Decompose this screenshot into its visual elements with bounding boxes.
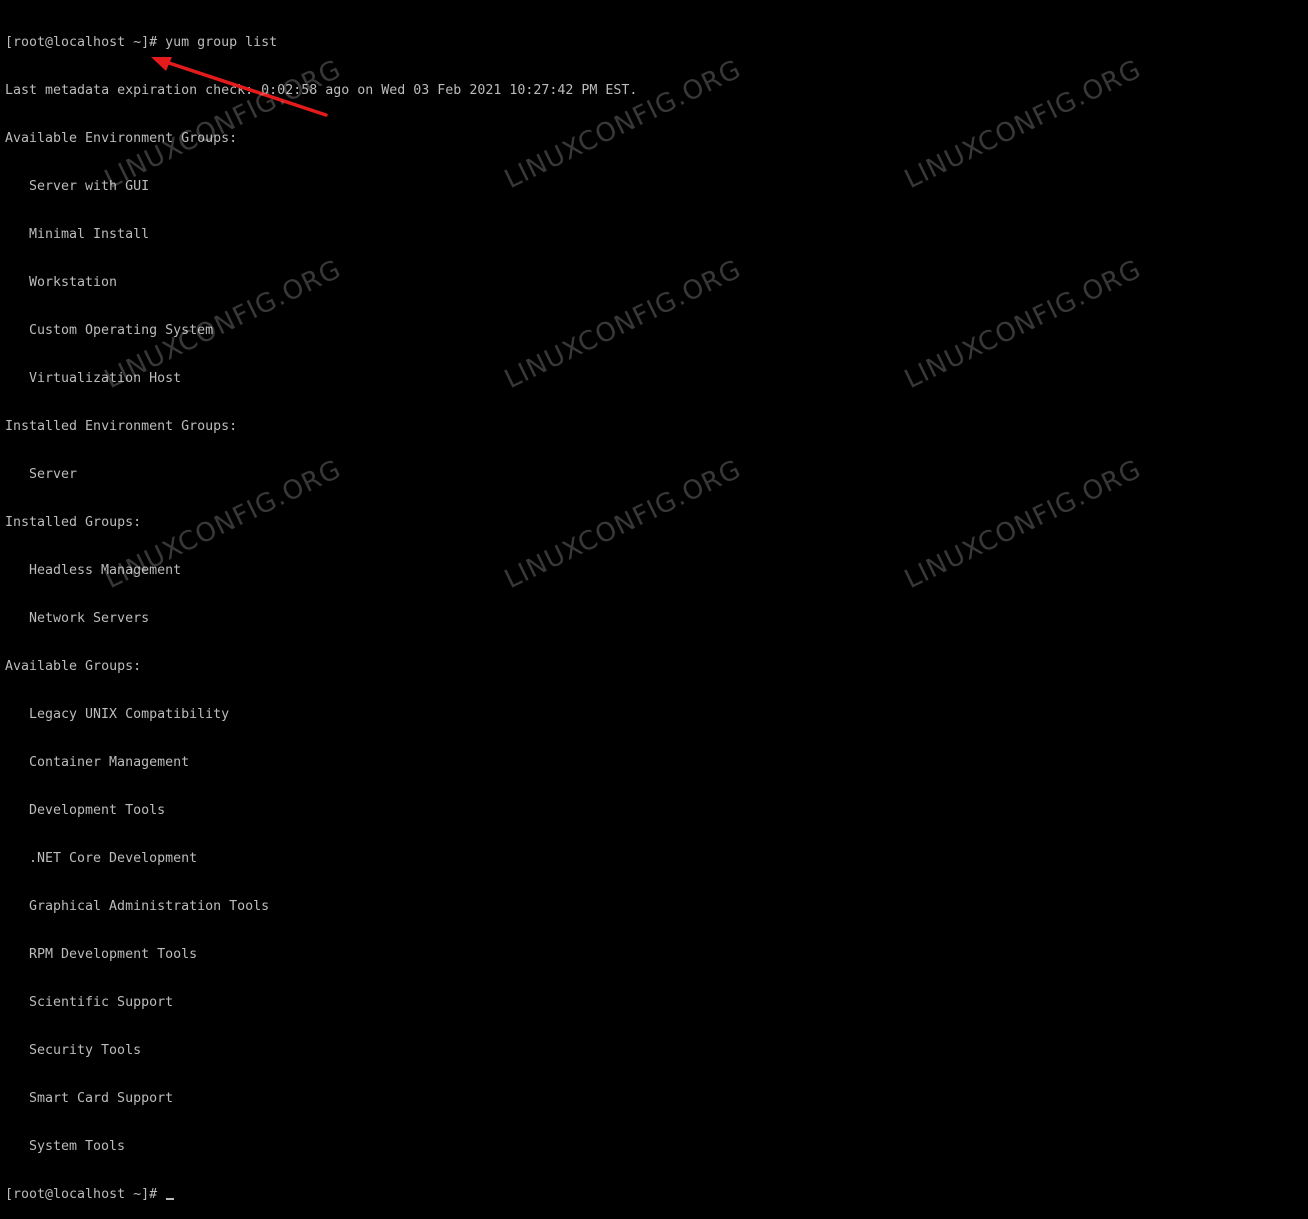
- list-item: Network Servers: [29, 611, 150, 626]
- list-item: Headless Management: [29, 563, 182, 578]
- list-item: System Tools: [29, 1139, 126, 1154]
- list-item: Security Tools: [29, 1043, 142, 1058]
- final-prompt: [root@localhost ~]#: [5, 1187, 166, 1202]
- command-prompt-line: [root@localhost ~]# yum group list: [5, 35, 278, 50]
- list-item: Legacy UNIX Compatibility: [29, 707, 230, 722]
- installed-groups-header: Installed Groups:: [5, 515, 142, 530]
- list-item: Server: [29, 467, 78, 482]
- list-item: Custom Operating System: [29, 323, 214, 338]
- watermark: LINUXCONFIG.ORG: [900, 254, 1147, 395]
- list-item: Development Tools: [29, 803, 166, 818]
- installed-environment-groups-header: Installed Environment Groups:: [5, 419, 238, 434]
- list-item: Scientific Support: [29, 995, 174, 1010]
- metadata-expiration-line: Last metadata expiration check: 0:02:58 …: [5, 83, 638, 98]
- available-groups-header: Available Groups:: [5, 659, 142, 674]
- text-cursor: [166, 1198, 175, 1200]
- watermark: LINUXCONFIG.ORG: [900, 54, 1147, 195]
- list-item: Container Management: [29, 755, 190, 770]
- list-item: RPM Development Tools: [29, 947, 198, 962]
- list-item: Minimal Install: [29, 227, 150, 242]
- list-item: Graphical Administration Tools: [29, 899, 270, 914]
- list-item: .NET Core Development: [29, 851, 198, 866]
- watermark: LINUXCONFIG.ORG: [900, 454, 1147, 595]
- final-prompt-line[interactable]: [root@localhost ~]#: [5, 1187, 637, 1203]
- terminal-output[interactable]: [root@localhost ~]# yum group list Last …: [5, 3, 637, 1219]
- list-item: Virtualization Host: [29, 371, 182, 386]
- list-item: Smart Card Support: [29, 1091, 174, 1106]
- available-environment-groups-header: Available Environment Groups:: [5, 131, 238, 146]
- list-item: Workstation: [29, 275, 118, 290]
- list-item: Server with GUI: [29, 179, 150, 194]
